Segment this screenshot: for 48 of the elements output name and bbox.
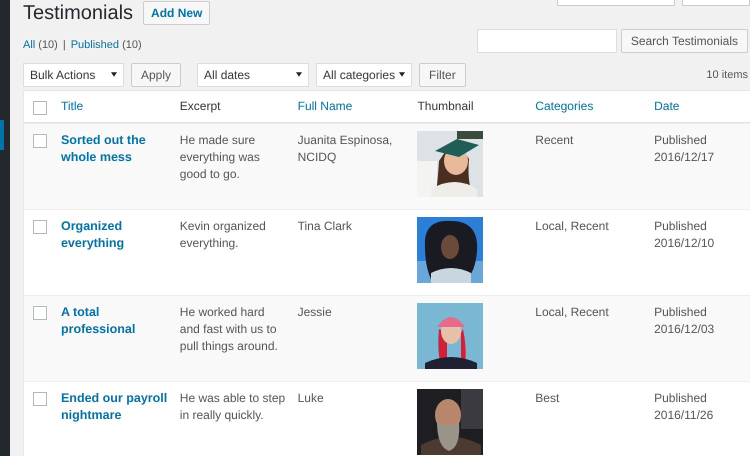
filter-button[interactable]: Filter <box>419 62 466 86</box>
caret-icon <box>399 72 406 77</box>
excerpt-text: He worked hard and fast with us to pull things around. <box>180 305 278 353</box>
column-header: Excerpt <box>180 99 220 113</box>
row-checkbox[interactable] <box>33 220 47 234</box>
testimonial-title-link[interactable]: Ended our payroll nightmare <box>60 390 170 424</box>
full-name-text: Tina Clark <box>298 219 352 233</box>
filter-dropdown[interactable]: All categories <box>316 62 412 86</box>
testimonial-title-link[interactable]: Organized everything <box>60 218 170 252</box>
date-text: Published 2016/12/10 <box>654 219 714 250</box>
item-count: 10 items <box>706 68 748 80</box>
full-name-text: Jessie <box>298 305 332 319</box>
date-text: Published 2016/11/26 <box>654 391 714 422</box>
page-title: Testimonials <box>23 2 134 24</box>
row-checkbox[interactable] <box>33 134 47 148</box>
column-header: Thumbnail <box>417 99 474 113</box>
row-checkbox[interactable] <box>33 392 47 406</box>
menu-indicator <box>0 120 4 150</box>
bulk-actions-dropdown[interactable]: Bulk Actions <box>23 62 124 86</box>
excerpt-text: He made sure everything was good to go. <box>180 133 260 181</box>
date-text: Published 2016/12/03 <box>654 305 714 336</box>
search-field[interactable] <box>476 29 617 53</box>
add-new-button[interactable]: Add New <box>143 1 210 25</box>
categories-text: Best <box>535 391 560 405</box>
excerpt-text: He was able to step in really quickly. <box>180 391 286 422</box>
column-sort-link[interactable]: Full Name <box>298 99 352 113</box>
full-name-text: Juanita Espinosa, NCIDQ <box>298 133 392 164</box>
select-all-checkbox[interactable] <box>33 100 47 114</box>
view-link[interactable]: Published (10) <box>70 39 142 51</box>
testimonial-title-link[interactable]: A total professional <box>60 304 170 338</box>
view-link[interactable]: All (10) <box>23 39 58 51</box>
date-text: Published 2016/12/17 <box>654 133 714 164</box>
apply-button[interactable]: Apply <box>131 62 182 86</box>
column-sort-link[interactable]: Date <box>654 99 680 113</box>
testimonial-title-link[interactable]: Sorted out the whole mess <box>60 132 170 166</box>
caret-icon <box>111 72 117 77</box>
categories-text: Recent <box>535 133 574 147</box>
caret-icon <box>296 72 302 77</box>
categories-text: Local, Recent <box>535 219 609 233</box>
search-button[interactable]: Search Testimonials <box>620 29 748 53</box>
full-name-text: Luke <box>298 391 324 405</box>
filter-dropdown[interactable]: All dates <box>197 62 310 86</box>
column-sort-link[interactable]: Title <box>60 99 84 113</box>
excerpt-text: Kevin organized everything. <box>180 219 266 250</box>
categories-text: Local, Recent <box>535 305 609 319</box>
column-sort-link[interactable]: Categories <box>535 99 594 113</box>
view-separator: | <box>62 39 66 51</box>
row-checkbox[interactable] <box>33 306 47 320</box>
